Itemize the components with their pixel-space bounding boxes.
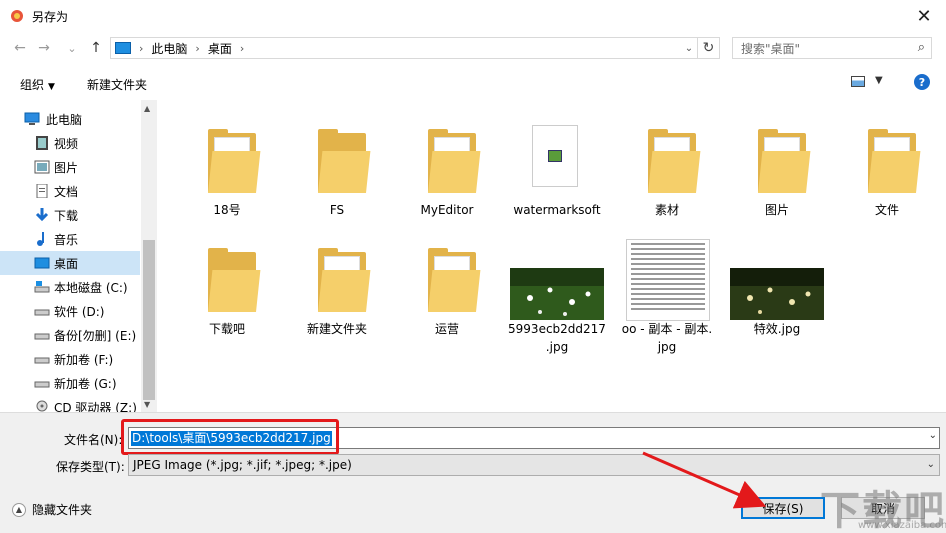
annotation-arrow [642,451,767,509]
watermark-url: www.xiazaiba.com [858,520,946,531]
